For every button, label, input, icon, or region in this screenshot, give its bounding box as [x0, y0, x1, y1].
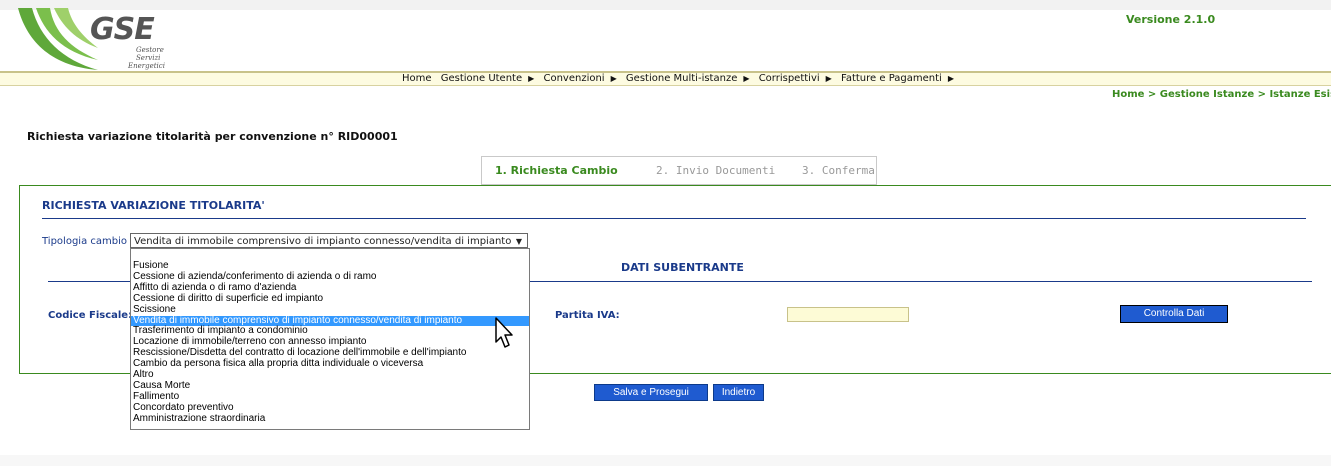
section-title: RICHIESTA VARIAZIONE TITOLARITA'	[42, 199, 265, 212]
tipologia-select[interactable]: Vendita di immobile comprensivo di impia…	[130, 233, 528, 248]
tipologia-dropdown-list[interactable]: Fusione Cessione di azienda/conferimento …	[130, 248, 530, 430]
dropdown-option[interactable]: Cambio da persona fisica alla propria di…	[131, 358, 529, 370]
partita-iva-label: Partita IVA:	[555, 310, 620, 321]
menu-item-gestione-utente[interactable]: Gestione Utente	[441, 73, 522, 84]
bottom-strip	[0, 455, 1331, 466]
section-divider	[42, 218, 1306, 219]
main-menu: Home Gestione Utente ▶ Convenzioni ▶ Gesti…	[402, 73, 960, 85]
dropdown-option[interactable]: Amministrazione straordinaria	[131, 413, 529, 425]
chevron-down-icon: ▼	[515, 237, 522, 246]
logo-swoosh-icon	[18, 8, 98, 70]
logo-sub-3: Energetici	[128, 62, 165, 70]
salva-prosegui-button[interactable]: Salva e Prosegui	[594, 384, 708, 401]
page-title-text: Richiesta variazione titolarità per conv…	[27, 130, 334, 143]
menu-arrow-icon: ▶	[610, 74, 617, 83]
tipologia-label: Tipologia cambio	[42, 236, 127, 247]
indietro-button[interactable]: Indietro	[713, 384, 764, 401]
convention-id: RID00001	[337, 130, 398, 143]
menu-item-fatture-pagamenti[interactable]: Fatture e Pagamenti	[841, 73, 942, 84]
menu-item-corrispettivi[interactable]: Corrispettivi	[759, 73, 820, 84]
breadcrumb[interactable]: Home > Gestione Istanze > Istanze Esiste…	[1112, 89, 1331, 100]
mouse-cursor-icon	[495, 317, 513, 348]
top-strip	[0, 0, 1331, 10]
menu-arrow-icon: ▶	[528, 74, 535, 83]
logo-sub-2: Servizi	[136, 54, 161, 62]
menu-arrow-icon: ▶	[947, 74, 954, 83]
dropdown-option[interactable]: Cessione di diritto di superficie ed imp…	[131, 293, 529, 305]
menu-item-gestione-multi-istanze[interactable]: Gestione Multi-istanze	[626, 73, 737, 84]
step-conferma: 3. Conferma	[802, 164, 875, 177]
menu-arrow-icon: ▶	[825, 74, 832, 83]
codice-fiscale-label: Codice Fiscale:	[48, 310, 133, 321]
logo-text: GSE	[90, 12, 155, 47]
step-richiesta-cambio: 1. Richiesta Cambio	[495, 164, 618, 177]
step-invio-documenti: 2. Invio Documenti	[656, 164, 776, 177]
controlla-dati-button[interactable]: Controlla Dati	[1120, 305, 1228, 323]
logo-sub-1: Gestore	[136, 46, 164, 54]
dropdown-option[interactable]: Scissione	[131, 304, 529, 316]
menu-item-convenzioni[interactable]: Convenzioni	[543, 73, 604, 84]
menu-arrow-icon: ▶	[743, 74, 750, 83]
tipologia-select-value: Vendita di immobile comprensivo di impia…	[134, 236, 512, 247]
version-label: Versione 2.1.0	[1126, 13, 1216, 26]
menu-item-home[interactable]: Home	[402, 73, 432, 84]
wizard-steps: 1. Richiesta Cambio 2. Invio Documenti 3…	[481, 156, 877, 185]
gse-logo[interactable]: GSE Gestore Servizi Energetici	[18, 8, 165, 70]
partita-iva-input[interactable]	[787, 307, 909, 322]
dati-subentrante-title: DATI SUBENTRANTE	[621, 261, 744, 274]
page-title: Richiesta variazione titolarità per conv…	[27, 130, 398, 143]
dropdown-option[interactable]: Altro	[131, 369, 529, 381]
dropdown-option[interactable]: Causa Morte	[131, 380, 529, 392]
